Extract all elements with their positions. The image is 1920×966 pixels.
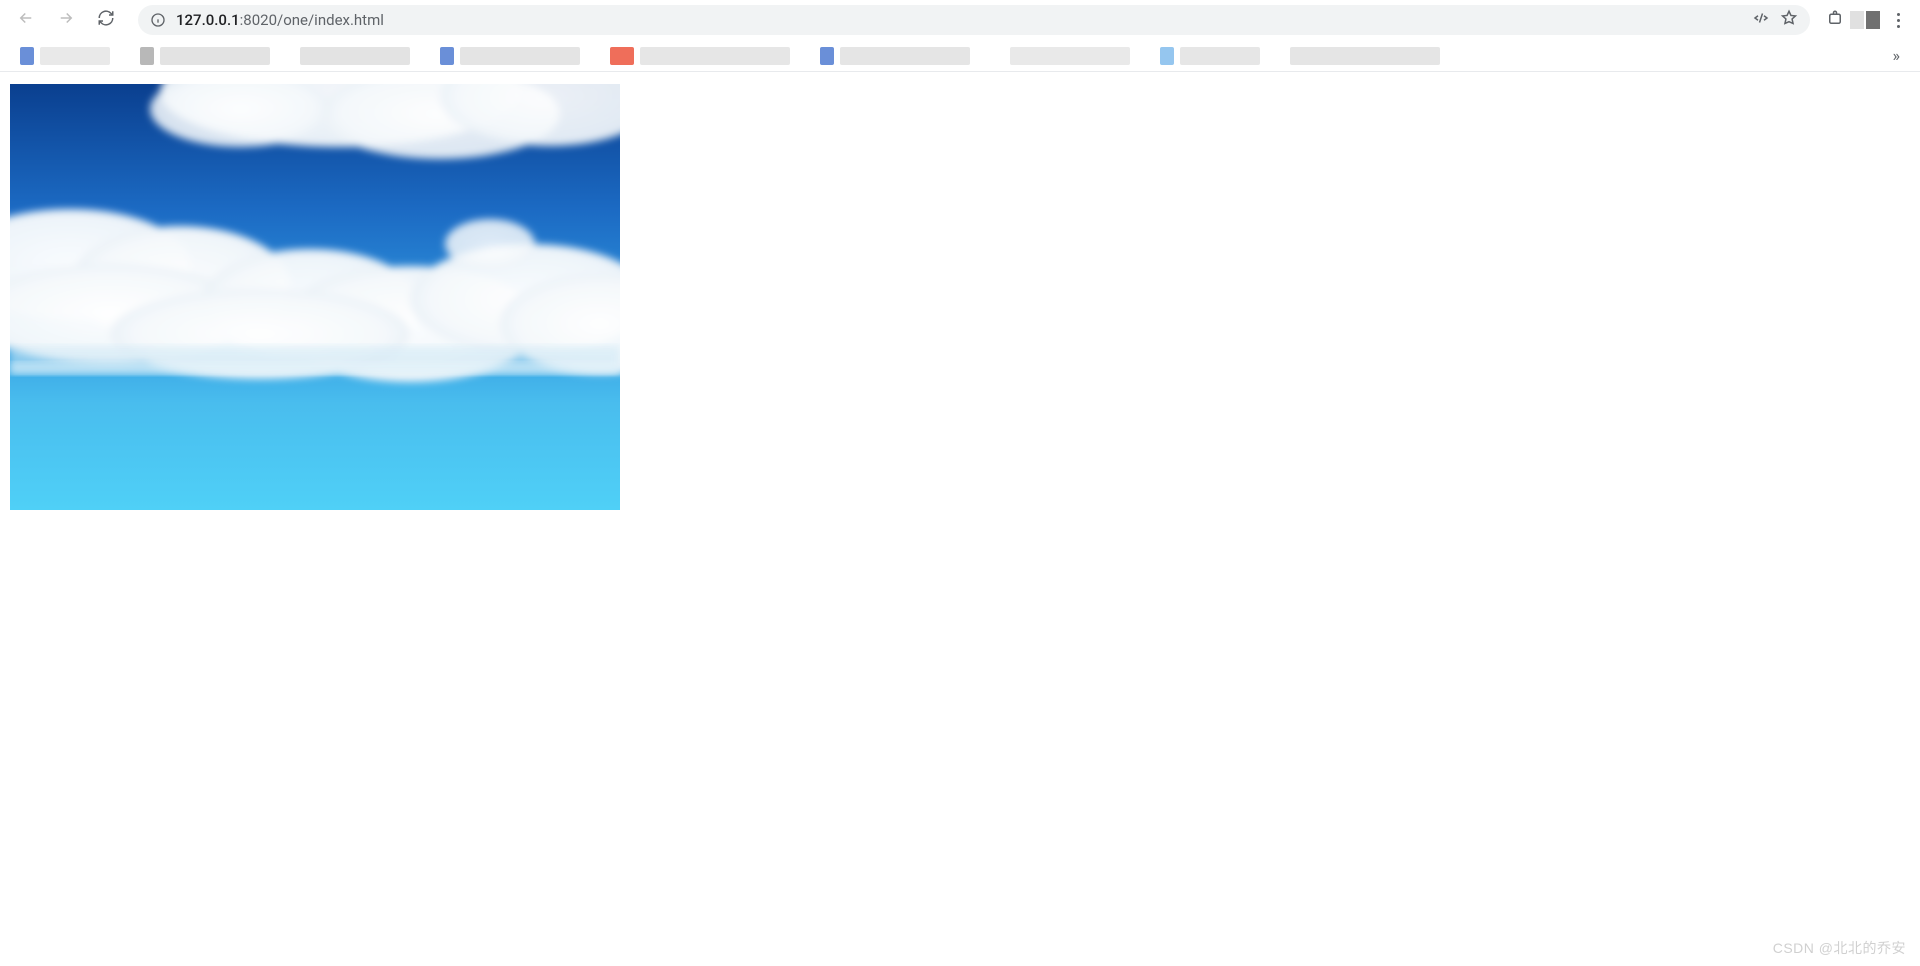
avatar-block-right [1866, 11, 1880, 29]
browser-toolbar: 127.0.0.1:8020/one/index.html [0, 0, 1920, 40]
forward-button[interactable] [50, 4, 82, 36]
url-text: 127.0.0.1:8020/one/index.html [176, 11, 1742, 29]
bookmarks-overflow-button[interactable]: » [1893, 46, 1901, 65]
back-button[interactable] [10, 4, 42, 36]
extensions-area [1826, 9, 1910, 31]
bookmark-item[interactable] [1180, 47, 1260, 65]
bookmark-item[interactable] [460, 47, 580, 65]
address-bar[interactable]: 127.0.0.1:8020/one/index.html [138, 5, 1810, 35]
page-content [0, 72, 1920, 510]
back-icon [17, 9, 35, 31]
browser-menu-button[interactable] [1886, 13, 1910, 28]
bookmark-item[interactable] [160, 47, 270, 65]
bookmark-item[interactable] [440, 47, 454, 65]
sky-clouds-image [10, 84, 620, 510]
site-info-icon[interactable] [150, 12, 166, 28]
bookmark-item[interactable] [140, 47, 154, 65]
bookmark-item[interactable] [640, 47, 790, 65]
share-icon[interactable] [1752, 9, 1770, 31]
watermark-text: CSDN @北北的乔安 [1773, 938, 1906, 958]
bookmark-item[interactable] [1290, 47, 1440, 65]
reload-button[interactable] [90, 4, 122, 36]
bookmark-item[interactable] [840, 47, 970, 65]
menu-dot-icon [1897, 25, 1900, 28]
url-path: :8020/one/index.html [240, 11, 384, 29]
forward-icon [57, 9, 75, 31]
bookmark-item[interactable] [300, 47, 410, 65]
star-icon[interactable] [1780, 9, 1798, 31]
avatar-block-left [1850, 11, 1864, 29]
bookmarks-bar: » [0, 40, 1920, 72]
extensions-icon[interactable] [1826, 9, 1844, 31]
bookmark-item[interactable] [820, 47, 834, 65]
omnibox-actions [1752, 9, 1798, 31]
menu-dot-icon [1897, 13, 1900, 16]
bookmark-item[interactable] [20, 47, 34, 65]
bookmark-item[interactable] [1160, 47, 1174, 65]
bookmark-item[interactable] [40, 47, 110, 65]
profile-avatar[interactable] [1850, 11, 1880, 29]
menu-dot-icon [1897, 19, 1900, 22]
reload-icon [97, 9, 115, 31]
bookmark-item[interactable] [610, 47, 634, 65]
url-host: 127.0.0.1 [176, 11, 240, 29]
bookmark-item[interactable] [1010, 47, 1130, 65]
